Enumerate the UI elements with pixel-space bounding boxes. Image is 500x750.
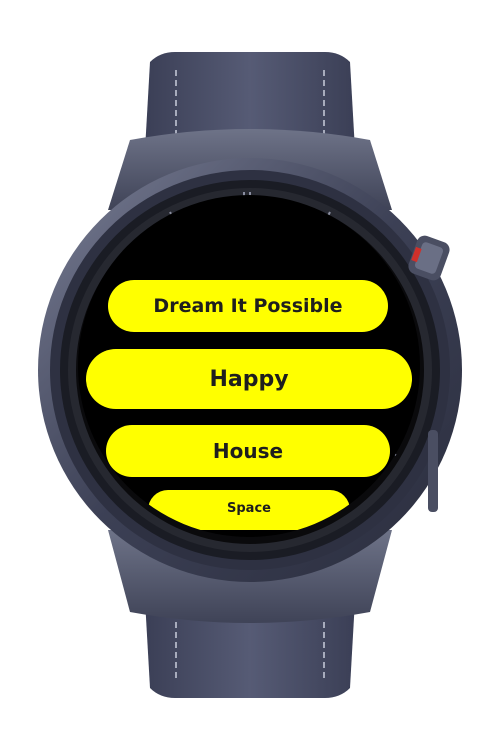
list-item-space[interactable]: Space — [148, 490, 350, 530]
watch-mockup: Dream It Possible Happy House Space — [0, 0, 500, 750]
list-item-happy[interactable]: Happy — [86, 349, 412, 409]
list-item-house[interactable]: House — [106, 425, 390, 477]
watch-screen: Dream It Possible Happy House Space — [78, 195, 420, 537]
side-button — [428, 430, 438, 512]
list-item-dream-it-possible[interactable]: Dream It Possible — [108, 280, 388, 332]
